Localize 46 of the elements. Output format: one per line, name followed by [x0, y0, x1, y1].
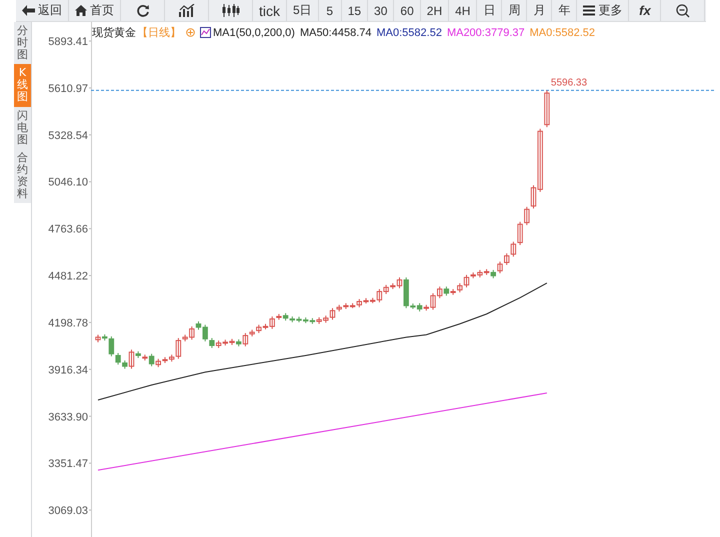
- period-button[interactable]: 2H: [420, 0, 450, 21]
- period-button[interactable]: tick: [253, 0, 287, 21]
- symbol-name: 现货黄金: [92, 26, 136, 40]
- home-icon: [75, 5, 87, 16]
- period-button[interactable]: 4H: [449, 0, 478, 21]
- indicator-label: MA1(50,0,200,0): [213, 26, 295, 38]
- line-chart-icon[interactable]: [200, 27, 211, 38]
- formula-button[interactable]: fx: [629, 0, 662, 21]
- zoom-out-icon: [676, 4, 690, 18]
- axis-label: 3069.03: [48, 505, 88, 518]
- bar-chart-icon: [178, 4, 194, 17]
- period-button[interactable]: 5日: [287, 0, 319, 21]
- period-button[interactable]: 日: [477, 0, 502, 21]
- indicator-value: MA50:4458.74: [300, 26, 372, 38]
- period-button[interactable]: 60: [394, 0, 421, 21]
- period-button[interactable]: 30: [368, 0, 394, 21]
- price-label: 5596.33: [550, 77, 588, 88]
- axis-label: 3633.90: [48, 411, 88, 424]
- side-tab[interactable]: 合约资料: [14, 148, 31, 204]
- indicator-value: MA200:3779.37: [446, 26, 525, 38]
- axis-label: 5610.97: [48, 82, 88, 95]
- period-button[interactable]: 周: [502, 0, 528, 21]
- side-tab[interactable]: 分时图: [14, 22, 31, 64]
- axis-label: 4481.22: [48, 270, 88, 283]
- back-button[interactable]: 返回: [16, 0, 69, 21]
- indicator-value: MA0:5582.52: [376, 26, 442, 38]
- period-button[interactable]: 年: [552, 0, 578, 21]
- indicator-value: MA0:5582.52: [530, 26, 596, 38]
- refresh-icon: [136, 4, 150, 18]
- period-button[interactable]: 5: [318, 0, 342, 21]
- back-arrow-icon: [22, 5, 35, 16]
- axis-label: 4198.78: [48, 317, 88, 330]
- side-tab[interactable]: 闪电图: [14, 106, 31, 149]
- axis-label: 5328.54: [48, 130, 88, 142]
- axis-label: 3916.34: [48, 364, 88, 376]
- axis-label: 4763.66: [48, 224, 88, 236]
- candlestick-icon: [222, 4, 240, 17]
- axis-label: 5893.41: [48, 36, 88, 48]
- axis-label: 3351.47: [48, 458, 88, 470]
- home-button[interactable]: 首页: [69, 0, 121, 21]
- axis-label: 5046.10: [48, 176, 88, 189]
- menu-icon: [583, 5, 596, 16]
- period-label: 【日线】: [137, 26, 181, 40]
- period-button[interactable]: 15: [342, 0, 368, 21]
- more-button[interactable]: 更多: [577, 0, 630, 21]
- period-button[interactable]: 月: [527, 0, 552, 21]
